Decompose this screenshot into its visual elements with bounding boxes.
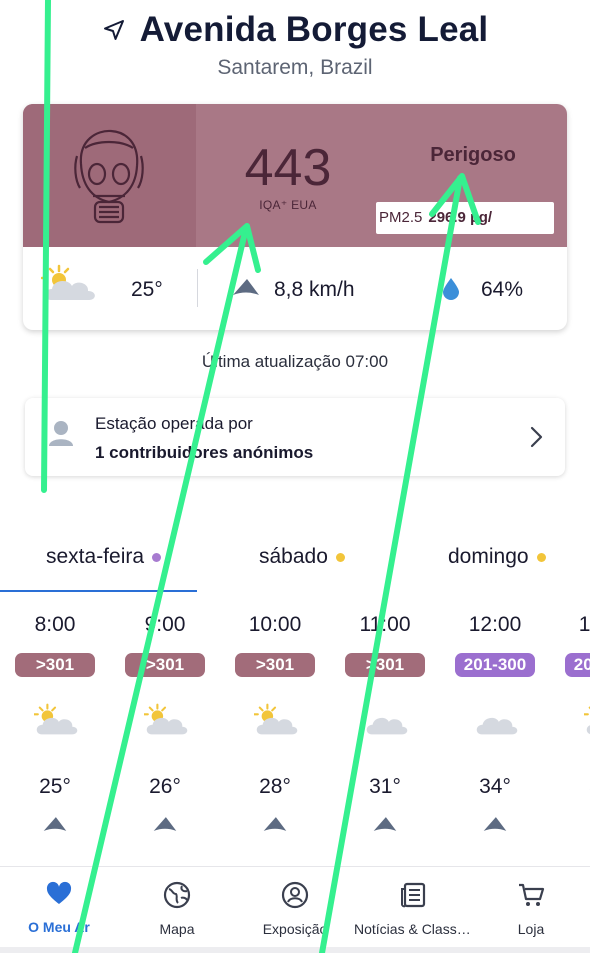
globe-icon (163, 881, 191, 909)
nav-o-meu-ar[interactable]: O Meu Ar (0, 881, 118, 935)
humidity-drop-icon (443, 278, 459, 300)
aqi-dot (152, 552, 162, 562)
hour-time: 13:00 (578, 613, 590, 636)
aqi-dot (536, 552, 546, 562)
hour-time: 9:00 (144, 613, 186, 636)
tab-domingo[interactable]: domingo (448, 545, 546, 569)
partly-cloudy-icon (41, 264, 95, 300)
last-updated: Última atualização 07:00 (201, 352, 389, 371)
tab-label: domingo (448, 545, 529, 568)
nav-label: O Meu Ar (28, 919, 90, 935)
page-subtitle: Santarem, Brazil (217, 56, 373, 79)
nav-label: Loja (517, 921, 545, 937)
wind-direction-icon (43, 817, 67, 831)
title-row: Avenida Borges Leal (0, 10, 590, 50)
wind-direction-icon (483, 817, 507, 831)
hour-temperature: 26° (149, 775, 181, 798)
partly-cloudy-icon (144, 703, 188, 735)
partly-cloudy-icon (254, 703, 298, 735)
nav-label: Notícias & Classificações (354, 921, 472, 937)
hour-temperature: 34° (479, 775, 511, 798)
station-card[interactable]: Estação operada por 1 contribuidores anó… (25, 398, 565, 476)
hour-aqi-badge: 201-300 (455, 653, 535, 677)
hour-aqi-badge: >301 (15, 653, 95, 677)
wind-direction-icon (373, 817, 397, 831)
nav-exposicao[interactable]: Exposição (236, 881, 354, 937)
wind-direction-icon (153, 817, 177, 831)
nav-label: Mapa (159, 921, 195, 937)
chevron-right-icon (530, 426, 543, 448)
exposure-icon (281, 881, 309, 909)
aqi-unit: IQA⁺ EUA (259, 198, 317, 212)
hour-time: 8:00 (34, 613, 76, 636)
aqi-value: 443 (244, 139, 332, 197)
pollutant-value: 296.9 µg/ (428, 209, 493, 226)
heart-icon (46, 881, 72, 904)
hour-aqi-badge: >301 (125, 653, 205, 677)
day-tabs: sexta-feira sábado domingo (0, 545, 590, 593)
hour-aqi-badge: 201-300 (565, 653, 590, 677)
tab-sexta-feira[interactable]: sexta-feira (46, 545, 162, 569)
aqi-face-panel (23, 104, 196, 247)
hour-aqi-badge: >301 (345, 653, 425, 677)
current-weather-row: 25° 8,8 km/h 64% (23, 247, 567, 330)
bottom-nav: O Meu Ar Mapa Exposição Notícias & Class… (0, 867, 590, 947)
nav-label: Exposição (262, 921, 328, 937)
aqi-banner: 443 IQA⁺ EUA Perigoso PM2.5 296.9 µg/ (23, 104, 567, 247)
page-title: Avenida Borges Leal (139, 10, 489, 49)
station-contributors: 1 contribuidores anónimos (95, 443, 314, 462)
hour-temperature: 25° (39, 775, 71, 798)
nav-noticias[interactable]: Notícias & Classificações (354, 881, 472, 937)
partly-cloudy-icon (584, 706, 590, 735)
aqi-card[interactable]: 443 IQA⁺ EUA Perigoso PM2.5 296.9 µg/ 25°… (23, 104, 567, 330)
aqi-dot (335, 552, 345, 562)
nav-loja[interactable]: Loja (472, 881, 590, 937)
cloud-icon (366, 717, 408, 735)
weather-divider (197, 269, 198, 307)
pollutant-box: PM2.5 296.9 µg/ (376, 202, 554, 234)
header: Avenida Borges Leal Santarem, Brazil (0, 0, 590, 100)
hour-time: 10:00 (248, 613, 302, 636)
hour-time: 11:00 (359, 613, 411, 636)
hour-aqi-badge: >301 (235, 653, 315, 677)
system-home-bar (0, 947, 590, 953)
aqi-level: Perigoso (430, 144, 516, 166)
hour-temperature: 35° (550, 775, 590, 799)
news-icon (401, 882, 426, 908)
tab-sabado[interactable]: sábado (259, 545, 345, 569)
hour-temperature: 31° (369, 775, 401, 798)
cloud-icon (476, 717, 518, 735)
active-tab-indicator (0, 590, 197, 592)
cart-icon (519, 883, 545, 906)
humidity: 64% (481, 278, 524, 301)
wind-direction-icon (233, 279, 259, 295)
hour-time: 12:00 (468, 613, 522, 636)
partly-cloudy-icon (34, 703, 78, 735)
wind-speed: 8,8 km/h (274, 278, 355, 301)
hourly-forecast[interactable]: 8:00 >301 25° 9:00 >301 26° 10:00 >301 28° 11:00 >… (0, 605, 590, 855)
location-arrow-icon (103, 20, 124, 40)
wind-direction-icon (263, 817, 287, 831)
tab-label: sexta-feira (46, 545, 145, 568)
gas-mask-icon (74, 129, 144, 224)
contributor-avatar-icon (49, 421, 73, 446)
tab-label: sábado (259, 545, 328, 568)
station-operated-label: Estação operada por (95, 414, 253, 433)
nav-mapa[interactable]: Mapa (118, 881, 236, 937)
pollutant-label: PM2.5 (379, 209, 423, 226)
current-temperature: 25° (131, 278, 163, 301)
hour-temperature: 28° (259, 775, 291, 798)
